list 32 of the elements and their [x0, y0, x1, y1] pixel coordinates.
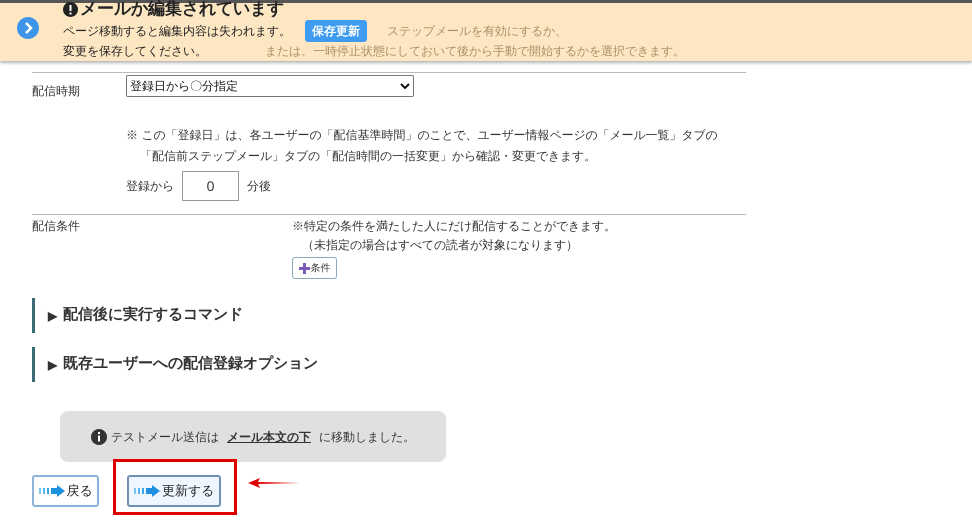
info-text: に移動しました。 [319, 428, 415, 446]
chevron-right-icon[interactable] [17, 17, 39, 39]
field-prefix: 登録から [126, 178, 174, 195]
condition-note: ※特定の条件を満たした人にだけ配信することができます。 [292, 218, 616, 235]
minutes-input[interactable]: 0 [182, 171, 239, 201]
section-toggle[interactable]: 既存ユーザーへの配信登録オプション [63, 353, 318, 376]
field-label: 配信条件 [32, 218, 81, 235]
info-text: テストメール送信は [111, 428, 219, 446]
info-link[interactable]: メール本文の下 [227, 428, 311, 446]
plus-icon [298, 262, 310, 274]
condition-note: （未指定の場合はすべての読者が対象になります） [302, 237, 579, 254]
chevron-down-icon [400, 82, 410, 90]
info-icon [91, 428, 107, 444]
action-button[interactable]: 戻る [32, 475, 99, 507]
banner-message: ページ移動すると編集内容は失われます。 [63, 23, 291, 40]
faded-description: または、一時停止状態にしておいて後から手動で開始するかを選択できます。 [265, 43, 685, 60]
section-toggle[interactable]: 配信後に実行するコマンド [63, 304, 243, 327]
add-condition-button[interactable]: 条件 [292, 257, 337, 279]
banner-title: メールか編集されています [80, 0, 284, 19]
timing-select[interactable]: 登録日から〇分指定 [126, 75, 414, 97]
banner-message: 変更を保存してください。 [63, 43, 207, 60]
field-suffix: 分後 [247, 178, 271, 195]
arrow-icon [134, 485, 160, 497]
field-label: 配信時期 [32, 83, 81, 100]
timing-note: ※ この「登録日」は、各ユーザーの「配信基準時間」のことで、ユーザー情報ページの「メール一覧」タブの [126, 127, 718, 144]
expand-marker[interactable]: ▶ [48, 356, 57, 374]
action-button[interactable]: 更新する [127, 475, 221, 507]
timing-note: 「配信前ステップメール」タブの「配信時間の一括変更」から確認・変更できます。 [140, 148, 597, 165]
expand-marker[interactable]: ▶ [48, 306, 57, 324]
faded-description: ステップメールを有効にするか、 [387, 23, 567, 40]
warning-icon [63, 2, 78, 16]
arrow-icon [38, 485, 64, 497]
